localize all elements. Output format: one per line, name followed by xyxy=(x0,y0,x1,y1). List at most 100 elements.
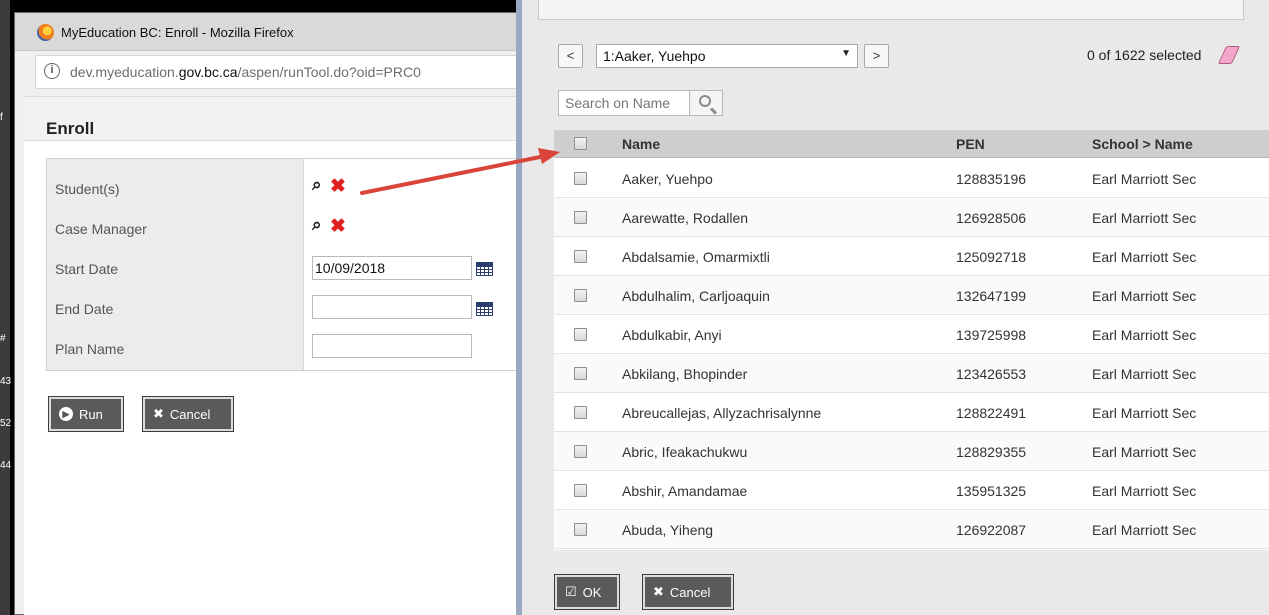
search-icon xyxy=(699,95,711,107)
cancel-button-label: Cancel xyxy=(169,406,211,422)
pen-cell: 135951325 xyxy=(956,483,1027,499)
student-name-cell: Abreucallejas, Allyzachrisalynne xyxy=(622,405,822,421)
search-case-manager-icon[interactable]: ⌕ xyxy=(312,215,322,235)
table-row[interactable]: Aarewatte, Rodallen 126928506 Earl Marriot… xyxy=(554,198,1269,237)
search-students-icon[interactable]: ⌕ xyxy=(312,175,322,195)
column-header-school[interactable]: School > Name xyxy=(1092,136,1193,152)
clear-students-icon[interactable]: ✖ xyxy=(330,177,346,196)
column-header-pen[interactable]: PEN xyxy=(956,136,985,152)
column-header-name[interactable]: Name xyxy=(622,136,660,152)
search-input[interactable] xyxy=(559,91,689,115)
school-name-cell: Earl Marriott Sec xyxy=(1092,405,1197,421)
pen-cell: 125092718 xyxy=(956,249,1027,265)
pen-cell: 139725998 xyxy=(956,327,1027,343)
row-checkbox[interactable] xyxy=(574,484,587,497)
pen-cell: 128822491 xyxy=(956,405,1027,421)
school-name-cell: Earl Marriott Sec xyxy=(1092,522,1197,538)
student-name-cell: Abdulkabir, Anyi xyxy=(622,327,722,343)
window-titlebar[interactable]: MyEducation BC: Enroll - Mozilla Firefox xyxy=(15,13,518,51)
start-date-label: Start Date xyxy=(55,261,119,277)
select-all-checkbox[interactable] xyxy=(574,137,587,150)
student-name-cell: Aaker, Yuehpo xyxy=(622,171,713,187)
table-row[interactable]: Abreucallejas, Allyzachrisalynne 12882249… xyxy=(554,393,1269,432)
address-bar[interactable]: i dev.myeducation.gov.bc.ca/aspen/runToo… xyxy=(35,55,525,89)
site-info-icon[interactable]: i xyxy=(44,63,60,79)
student-name-cell: Abdalsamie, Omarmixtli xyxy=(622,249,770,265)
cancel-button[interactable]: ✖ Cancel xyxy=(142,396,234,432)
previous-record-button[interactable]: < xyxy=(558,44,583,68)
record-select[interactable]: 1:Aaker, Yuehpo ▼ xyxy=(596,44,858,68)
row-checkbox[interactable] xyxy=(574,328,587,341)
school-name-cell: Earl Marriott Sec xyxy=(1092,249,1197,265)
school-name-cell: Earl Marriott Sec xyxy=(1092,444,1197,460)
pen-cell: 126928506 xyxy=(956,210,1027,226)
student-name-cell: Abric, Ifeakachukwu xyxy=(622,444,748,460)
cancel-x-icon: ✖ xyxy=(153,406,164,421)
plan-name-label: Plan Name xyxy=(55,341,125,357)
table-row[interactable]: Abdulkabir, Anyi 139725998 Earl Marriott S… xyxy=(554,315,1269,354)
student-picker-window: < 1:Aaker, Yuehpo ▼ > 0 of 1622 selected… xyxy=(516,0,1269,615)
row-checkbox[interactable] xyxy=(574,250,587,263)
table-row[interactable]: Abshir, Amandamae 135951325 Earl Marriott … xyxy=(554,471,1269,510)
url-text: dev.myeducation.gov.bc.ca/aspen/runTool.… xyxy=(70,64,421,80)
row-checkbox[interactable] xyxy=(574,445,587,458)
school-name-cell: Earl Marriott Sec xyxy=(1092,483,1197,499)
checkbox-check-icon: ☑ xyxy=(565,584,577,599)
url-domain: gov.bc.ca xyxy=(178,64,238,80)
background-fragment: # xyxy=(0,333,6,344)
table-header: Name PEN School > Name xyxy=(554,130,1269,158)
run-button-label: Run xyxy=(79,406,103,422)
background-fragment: 44 xyxy=(0,460,12,471)
pen-cell: 123426553 xyxy=(956,366,1027,382)
ok-button-label: OK xyxy=(582,584,602,600)
end-date-calendar-icon[interactable] xyxy=(476,302,493,316)
picker-cancel-button[interactable]: ✖ Cancel xyxy=(642,574,734,610)
search-button[interactable] xyxy=(689,90,723,116)
background-fragment: 52 xyxy=(0,418,12,429)
student-name-cell: Abdulhalim, Carljoaquin xyxy=(622,288,770,304)
row-checkbox[interactable] xyxy=(574,289,587,302)
table-row[interactable]: Aaker, Yuehpo 128835196 Earl Marriott Sec xyxy=(554,159,1269,198)
enroll-title: Enroll xyxy=(46,119,95,138)
run-button[interactable]: ▶ Run xyxy=(48,396,124,432)
firefox-icon xyxy=(37,24,54,41)
table-row[interactable]: Abuda, Yiheng 126922087 Earl Marriott Sec xyxy=(554,510,1269,549)
chevron-down-icon: ▼ xyxy=(841,48,851,59)
student-name-cell: Abkilang, Bhopinder xyxy=(622,366,748,382)
start-date-calendar-icon[interactable] xyxy=(476,262,493,276)
ok-button[interactable]: ☑ OK xyxy=(554,574,620,610)
student-table: Name PEN School > Name Aaker, Yuehpo 1288… xyxy=(554,130,1269,550)
row-checkbox[interactable] xyxy=(574,367,587,380)
school-name-cell: Earl Marriott Sec xyxy=(1092,171,1197,187)
background-fragment: 43 xyxy=(0,376,12,387)
table-row[interactable]: Abric, Ifeakachukwu 128829355 Earl Marriot… xyxy=(554,432,1269,471)
row-checkbox[interactable] xyxy=(574,523,587,536)
row-checkbox[interactable] xyxy=(574,211,587,224)
row-checkbox[interactable] xyxy=(574,406,587,419)
name-search xyxy=(558,90,723,116)
students-label: Student(s) xyxy=(55,181,120,197)
row-checkbox[interactable] xyxy=(574,172,587,185)
table-row[interactable]: Abdalsamie, Omarmixtli 125092718 Earl Marr… xyxy=(554,237,1269,276)
run-arrow-icon: ▶ xyxy=(59,407,73,421)
school-name-cell: Earl Marriott Sec xyxy=(1092,327,1197,343)
picker-top-edge xyxy=(538,0,1244,20)
table-row[interactable]: Abkilang, Bhopinder 123426553 Earl Marriot… xyxy=(554,354,1269,393)
plan-name-input[interactable] xyxy=(312,334,472,358)
case-manager-label: Case Manager xyxy=(55,221,147,237)
end-date-input[interactable] xyxy=(312,295,472,319)
clear-case-manager-icon[interactable]: ✖ xyxy=(330,217,346,236)
url-prefix: dev.myeducation. xyxy=(70,64,179,80)
selected-count: 0 of 1622 selected xyxy=(1087,47,1202,63)
pen-cell: 126922087 xyxy=(956,522,1027,538)
table-row[interactable]: Abdulhalim, Carljoaquin 132647199 Earl Mar… xyxy=(554,276,1269,315)
window-title: MyEducation BC: Enroll - Mozilla Firefox xyxy=(61,25,294,40)
next-record-button[interactable]: > xyxy=(864,44,889,68)
pen-cell: 128829355 xyxy=(956,444,1027,460)
record-select-value: 1:Aaker, Yuehpo xyxy=(603,48,706,64)
start-date-input[interactable] xyxy=(312,256,472,280)
pen-cell: 132647199 xyxy=(956,288,1027,304)
pen-cell: 128835196 xyxy=(956,171,1027,187)
eraser-icon[interactable] xyxy=(1217,46,1241,64)
school-name-cell: Earl Marriott Sec xyxy=(1092,288,1197,304)
